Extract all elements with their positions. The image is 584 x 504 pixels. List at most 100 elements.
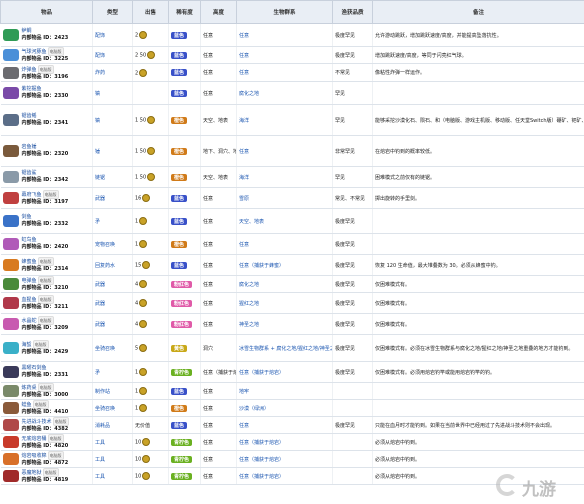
biome-link[interactable]: 雪原 (239, 196, 249, 202)
item-name-link[interactable]: 海蜇 (22, 342, 32, 348)
item-type-link[interactable]: 回复药水 (95, 263, 115, 269)
biome-link[interactable]: 任意（捕获于熔岩） (239, 457, 284, 463)
header-height[interactable]: 高度 (200, 0, 237, 24)
item-type-link[interactable]: 炸药 (95, 70, 105, 76)
item-name-link[interactable]: 无底熔岩桶 (22, 436, 47, 442)
item-name-link[interactable]: 炼药桌 (22, 385, 37, 391)
item-sprite-icon[interactable] (2, 318, 19, 330)
item-type-link[interactable]: 矛 (95, 370, 100, 376)
item-type-link[interactable]: 镐 (95, 91, 100, 97)
item-type-link[interactable]: 制作站 (95, 389, 110, 395)
item-type-link[interactable]: 配饰 (95, 53, 105, 59)
biome-link[interactable]: 海洋 (239, 118, 249, 124)
header-rarity[interactable]: 稀有度 (168, 0, 201, 24)
header-biome[interactable]: 生物群系 (236, 0, 333, 24)
biome-link[interactable]: 地牢 (239, 389, 249, 395)
item-type-link[interactable]: 工具 (95, 457, 105, 463)
item-sprite-icon[interactable] (2, 436, 19, 448)
header-type[interactable]: 类型 (92, 0, 133, 24)
item-name-link[interactable]: 恶魔地狱 (22, 470, 42, 476)
biome-link[interactable]: 任意 (239, 70, 249, 76)
item-name-link[interactable]: 电弹鱼 (22, 278, 37, 284)
biome-link[interactable]: 猩红之地 (239, 301, 259, 307)
item-type-link[interactable]: 武器 (95, 322, 105, 328)
biome-link[interactable]: 天空、地表 (239, 219, 264, 225)
item-sprite-icon[interactable] (2, 366, 19, 378)
item-cell: 岩鱼锤 内部物品 ID：2320 (0, 135, 93, 167)
biome-link[interactable]: 海洋 (239, 175, 249, 181)
item-name-link[interactable]: 紫挖掘鱼 (22, 86, 42, 92)
biome-link[interactable]: 任意（捕获于熔岩） (239, 474, 284, 480)
item-type-link[interactable]: 矛 (95, 219, 100, 225)
header-quality[interactable]: 渔获品质 (332, 0, 373, 24)
biome-link[interactable]: 任意（捕获于熔岩） (239, 440, 284, 446)
item-sprite-icon[interactable] (2, 419, 19, 431)
item-name-link[interactable]: 黑曜石剑鱼 (22, 365, 47, 371)
item-sprite-icon[interactable] (2, 171, 19, 183)
item-name-link[interactable]: 幕府飞鱼 (22, 192, 42, 198)
item-type-link[interactable]: 锤 (95, 149, 100, 155)
item-name-link[interactable]: 蛙鱼 (22, 402, 32, 408)
item-biome: 任意 (236, 46, 333, 64)
biome-link[interactable]: 腐化之地 (239, 91, 259, 97)
item-sprite-icon[interactable] (2, 278, 19, 290)
item-name-link[interactable]: 血猩鱼 (22, 297, 37, 303)
biome-link[interactable]: 任意 (239, 149, 249, 155)
item-type-link[interactable]: 工具 (95, 440, 105, 446)
item-name-link[interactable]: 岩鱼锤 (22, 144, 37, 150)
biome-link[interactable]: 任意 (239, 33, 249, 39)
item-name-link[interactable]: 虹鸟鱼 (22, 237, 37, 243)
item-type-link[interactable]: 坐骑召唤 (95, 406, 115, 412)
item-name-link[interactable]: 锯齿鲨 (22, 170, 37, 176)
biome-link[interactable]: 任意 (239, 423, 249, 429)
item-name-link[interactable]: 锯齿鳐 (22, 113, 37, 119)
item-name-link[interactable]: 先进战斗技术 (22, 419, 52, 425)
item-type-link[interactable]: 镐 (95, 118, 100, 124)
item-name-link[interactable]: 水晶蛇 (22, 318, 37, 324)
item-sprite-icon[interactable] (2, 297, 19, 309)
item-sprite-icon[interactable] (2, 342, 19, 354)
item-type-link[interactable]: 配饰 (95, 33, 105, 39)
item-type-link[interactable]: 宠物召唤 (95, 242, 115, 248)
item-sprite-icon[interactable] (2, 114, 19, 126)
header-sell[interactable]: 出售 (132, 0, 169, 24)
item-type-link[interactable]: 武器 (95, 301, 105, 307)
item-height: 任意 (200, 313, 237, 335)
item-sprite-icon[interactable] (2, 49, 19, 61)
item-name-link[interactable]: 炸弹鱼 (22, 67, 37, 73)
item-sprite-icon[interactable] (2, 238, 19, 250)
item-type-link[interactable]: 武器 (95, 282, 105, 288)
biome-link[interactable]: 神圣之地 (239, 322, 259, 328)
item-sprite-icon[interactable] (2, 402, 19, 414)
item-sprite-icon[interactable] (2, 192, 19, 204)
item-sprite-icon[interactable] (2, 215, 19, 227)
biome-link[interactable]: 任意（捕获于熔岩） (239, 370, 284, 376)
item-sprite-icon[interactable] (2, 453, 19, 465)
item-name-link[interactable]: 蜂蜜鱼 (22, 259, 37, 265)
item-type-link[interactable]: 消耗品 (95, 423, 110, 429)
item-name-link[interactable]: 气球河豚鱼 (22, 49, 47, 55)
item-type-link[interactable]: 链锯 (95, 175, 105, 181)
item-sprite-icon[interactable] (2, 145, 19, 157)
biome-link[interactable]: 任意（捕获于蜂蜜） (239, 263, 284, 269)
biome-link[interactable]: 腐化之地 (239, 282, 259, 288)
item-sprite-icon[interactable] (2, 66, 19, 79)
item-type-link[interactable]: 坐骑召唤 (95, 346, 115, 352)
biome-link[interactable]: 任意 (239, 242, 249, 248)
item-sprite-icon[interactable] (2, 29, 19, 41)
header-note[interactable]: 备注 (372, 0, 584, 24)
item-quality: 极度罕见 (332, 46, 373, 64)
biome-link[interactable]: 冰雪生物群系 + 腐化之地/猩红之地/神圣之地 (239, 346, 332, 352)
biome-link[interactable]: 任意 (239, 53, 249, 59)
item-sprite-icon[interactable] (2, 87, 19, 99)
item-name-link[interactable]: 熔岩吸收棉 (22, 453, 47, 459)
item-sprite-icon[interactable] (2, 259, 19, 271)
item-name-link[interactable]: 鲈鲷 (22, 28, 32, 34)
item-sprite-icon[interactable] (2, 470, 19, 482)
item-type-link[interactable]: 工具 (95, 474, 105, 480)
item-type-link[interactable]: 武器 (95, 196, 105, 202)
item-sprite-icon[interactable] (2, 385, 19, 397)
biome-link[interactable]: 沙漠（绿洲） (239, 406, 269, 412)
item-name-link[interactable]: 剑鱼 (22, 214, 32, 220)
header-item[interactable]: 物品 (0, 0, 93, 24)
